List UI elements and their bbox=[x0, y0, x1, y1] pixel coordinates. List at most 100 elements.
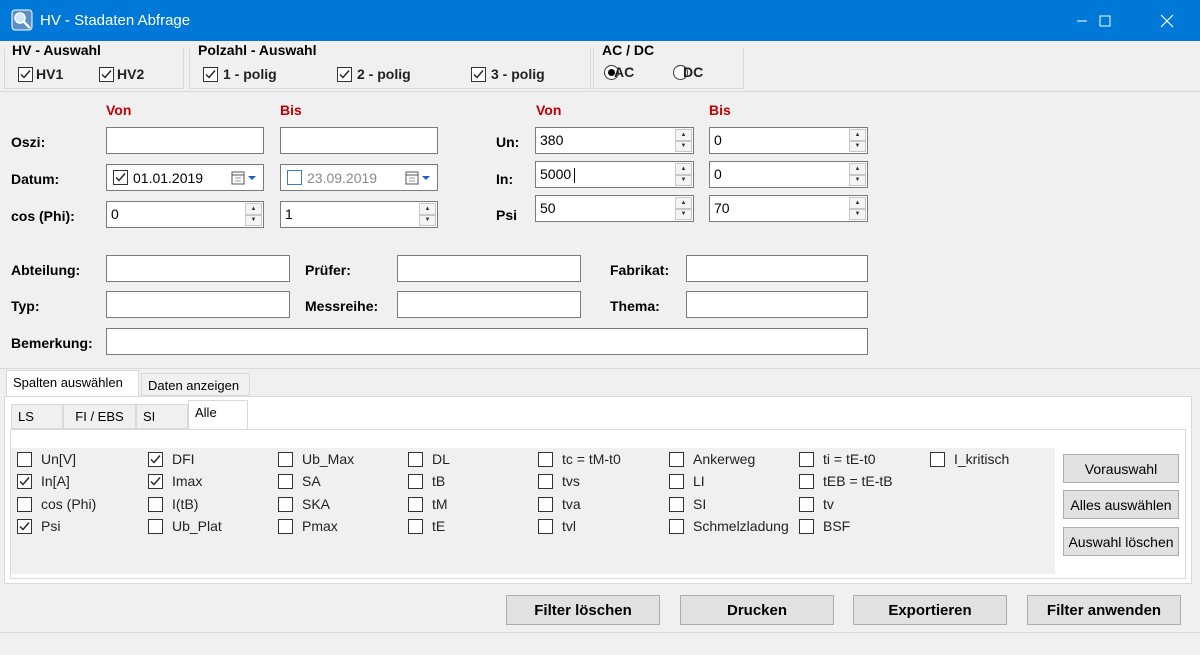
column-checkbox[interactable]: SA bbox=[278, 473, 321, 489]
datum-bis-checkbox[interactable] bbox=[287, 170, 302, 185]
checkbox-box[interactable] bbox=[538, 451, 553, 467]
alles-auswaehlen-button[interactable]: Alles auswählen bbox=[1063, 490, 1179, 519]
checkbox-box[interactable] bbox=[669, 451, 684, 467]
column-checkbox[interactable]: tM bbox=[408, 496, 448, 512]
pol3-checkbox[interactable]: 3 - polig bbox=[471, 66, 545, 82]
psi-bis-spinner[interactable]: 70 ▲ ▼ bbox=[709, 195, 868, 222]
column-checkbox[interactable]: tvl bbox=[538, 518, 576, 534]
checkbox-box[interactable] bbox=[538, 518, 553, 534]
checkbox-box[interactable] bbox=[203, 66, 218, 82]
exportieren-button[interactable]: Exportieren bbox=[853, 595, 1007, 625]
spin-down-icon[interactable]: ▼ bbox=[849, 174, 866, 186]
column-checkbox[interactable]: In[A] bbox=[17, 473, 70, 489]
tab-si[interactable]: SI bbox=[136, 404, 188, 429]
ac-radio[interactable]: AC bbox=[604, 64, 634, 80]
checkbox-box[interactable] bbox=[669, 496, 684, 512]
column-checkbox[interactable]: Ankerweg bbox=[669, 451, 755, 467]
column-checkbox[interactable]: Psi bbox=[17, 518, 60, 534]
checkbox-box[interactable] bbox=[278, 473, 293, 489]
spin-down-icon[interactable]: ▼ bbox=[675, 174, 692, 186]
typ-input[interactable] bbox=[106, 291, 290, 318]
column-checkbox[interactable]: Ub_Plat bbox=[148, 518, 222, 534]
checkbox-box[interactable] bbox=[669, 518, 684, 534]
column-checkbox[interactable]: cos (Phi) bbox=[17, 496, 96, 512]
column-checkbox[interactable]: Imax bbox=[148, 473, 202, 489]
spin-up-icon[interactable]: ▲ bbox=[419, 203, 436, 215]
checkbox-box[interactable] bbox=[408, 451, 423, 467]
spin-up-icon[interactable]: ▲ bbox=[849, 163, 866, 175]
cosphi-bis-spinner[interactable]: 1 ▲ ▼ bbox=[280, 201, 438, 228]
spin-up-icon[interactable]: ▲ bbox=[245, 203, 262, 215]
checkbox-box[interactable] bbox=[148, 473, 163, 489]
checkbox-box[interactable] bbox=[17, 518, 32, 534]
column-checkbox[interactable]: tc = tM-t0 bbox=[538, 451, 621, 467]
checkbox-box[interactable] bbox=[799, 451, 814, 467]
column-checkbox[interactable]: tB bbox=[408, 473, 445, 489]
checkbox-box[interactable] bbox=[337, 66, 352, 82]
pol2-checkbox[interactable]: 2 - polig bbox=[337, 66, 411, 82]
tab-ls[interactable]: LS bbox=[11, 404, 63, 429]
vorauswahl-button[interactable]: Vorauswahl bbox=[1063, 454, 1179, 483]
auswahl-loeschen-button[interactable]: Auswahl löschen bbox=[1063, 527, 1179, 556]
checkbox-box[interactable] bbox=[930, 451, 945, 467]
spin-down-icon[interactable]: ▼ bbox=[849, 208, 866, 220]
tab-spalten-auswaehlen[interactable]: Spalten auswählen bbox=[6, 370, 139, 397]
spin-down-icon[interactable]: ▼ bbox=[849, 140, 866, 152]
column-checkbox[interactable]: DL bbox=[408, 451, 450, 467]
fabrikat-input[interactable] bbox=[686, 255, 868, 282]
checkbox-box[interactable] bbox=[17, 451, 32, 467]
column-checkbox[interactable]: tva bbox=[538, 496, 581, 512]
checkbox-box[interactable] bbox=[99, 66, 114, 82]
un-von-spinner[interactable]: 380 ▲ ▼ bbox=[535, 127, 694, 154]
hv1-checkbox[interactable]: HV1 bbox=[18, 66, 63, 82]
spin-up-icon[interactable]: ▲ bbox=[675, 163, 692, 175]
column-checkbox[interactable]: LI bbox=[669, 473, 705, 489]
spin-down-icon[interactable]: ▼ bbox=[245, 214, 262, 226]
column-checkbox[interactable]: I_kritisch bbox=[930, 451, 1009, 467]
dc-radio[interactable]: DC bbox=[673, 64, 703, 80]
abteilung-input[interactable] bbox=[106, 255, 290, 282]
un-bis-spinner[interactable]: 0 ▲ ▼ bbox=[709, 127, 868, 154]
checkbox-box[interactable] bbox=[17, 496, 32, 512]
checkbox-box[interactable] bbox=[148, 496, 163, 512]
checkbox-box[interactable] bbox=[18, 66, 33, 82]
checkbox-box[interactable] bbox=[278, 496, 293, 512]
column-checkbox[interactable]: SI bbox=[669, 496, 706, 512]
spin-up-icon[interactable]: ▲ bbox=[849, 129, 866, 141]
column-checkbox[interactable]: Ub_Max bbox=[278, 451, 354, 467]
drucken-button[interactable]: Drucken bbox=[680, 595, 834, 625]
spin-down-icon[interactable]: ▼ bbox=[675, 208, 692, 220]
checkbox-box[interactable] bbox=[278, 451, 293, 467]
checkbox-box[interactable] bbox=[471, 66, 486, 82]
in-von-spinner[interactable]: 5000 ▲ ▼ bbox=[535, 161, 694, 188]
checkbox-box[interactable] bbox=[148, 518, 163, 534]
checkbox-box[interactable] bbox=[799, 518, 814, 534]
checkbox-box[interactable] bbox=[148, 451, 163, 467]
thema-input[interactable] bbox=[686, 291, 868, 318]
checkbox-box[interactable] bbox=[408, 473, 423, 489]
column-checkbox[interactable]: tv bbox=[799, 496, 834, 512]
column-checkbox[interactable]: tE bbox=[408, 518, 445, 534]
checkbox-box[interactable] bbox=[538, 496, 553, 512]
column-checkbox[interactable]: tvs bbox=[538, 473, 580, 489]
oszi-bis-input[interactable] bbox=[280, 127, 438, 154]
column-checkbox[interactable]: ti = tE-t0 bbox=[799, 451, 876, 467]
column-checkbox[interactable]: Un[V] bbox=[17, 451, 76, 467]
spin-up-icon[interactable]: ▲ bbox=[675, 197, 692, 209]
column-checkbox[interactable]: I(tB) bbox=[148, 496, 198, 512]
datum-von-checkbox[interactable] bbox=[113, 170, 128, 185]
column-checkbox[interactable]: Pmax bbox=[278, 518, 338, 534]
checkbox-box[interactable] bbox=[669, 473, 684, 489]
column-checkbox[interactable]: tEB = tE-tB bbox=[799, 473, 893, 489]
spin-up-icon[interactable]: ▲ bbox=[849, 197, 866, 209]
filter-anwenden-button[interactable]: Filter anwenden bbox=[1027, 595, 1181, 625]
tab-daten-anzeigen[interactable]: Daten anzeigen bbox=[141, 373, 250, 396]
checkbox-box[interactable] bbox=[799, 473, 814, 489]
close-button[interactable] bbox=[1144, 0, 1190, 41]
pol1-checkbox[interactable]: 1 - polig bbox=[203, 66, 277, 82]
checkbox-box[interactable] bbox=[17, 473, 32, 489]
spin-down-icon[interactable]: ▼ bbox=[419, 214, 436, 226]
datum-von-picker[interactable]: 01.01.2019 bbox=[106, 164, 264, 191]
hv2-checkbox[interactable]: HV2 bbox=[99, 66, 144, 82]
cosphi-von-spinner[interactable]: 0 ▲ ▼ bbox=[106, 201, 264, 228]
